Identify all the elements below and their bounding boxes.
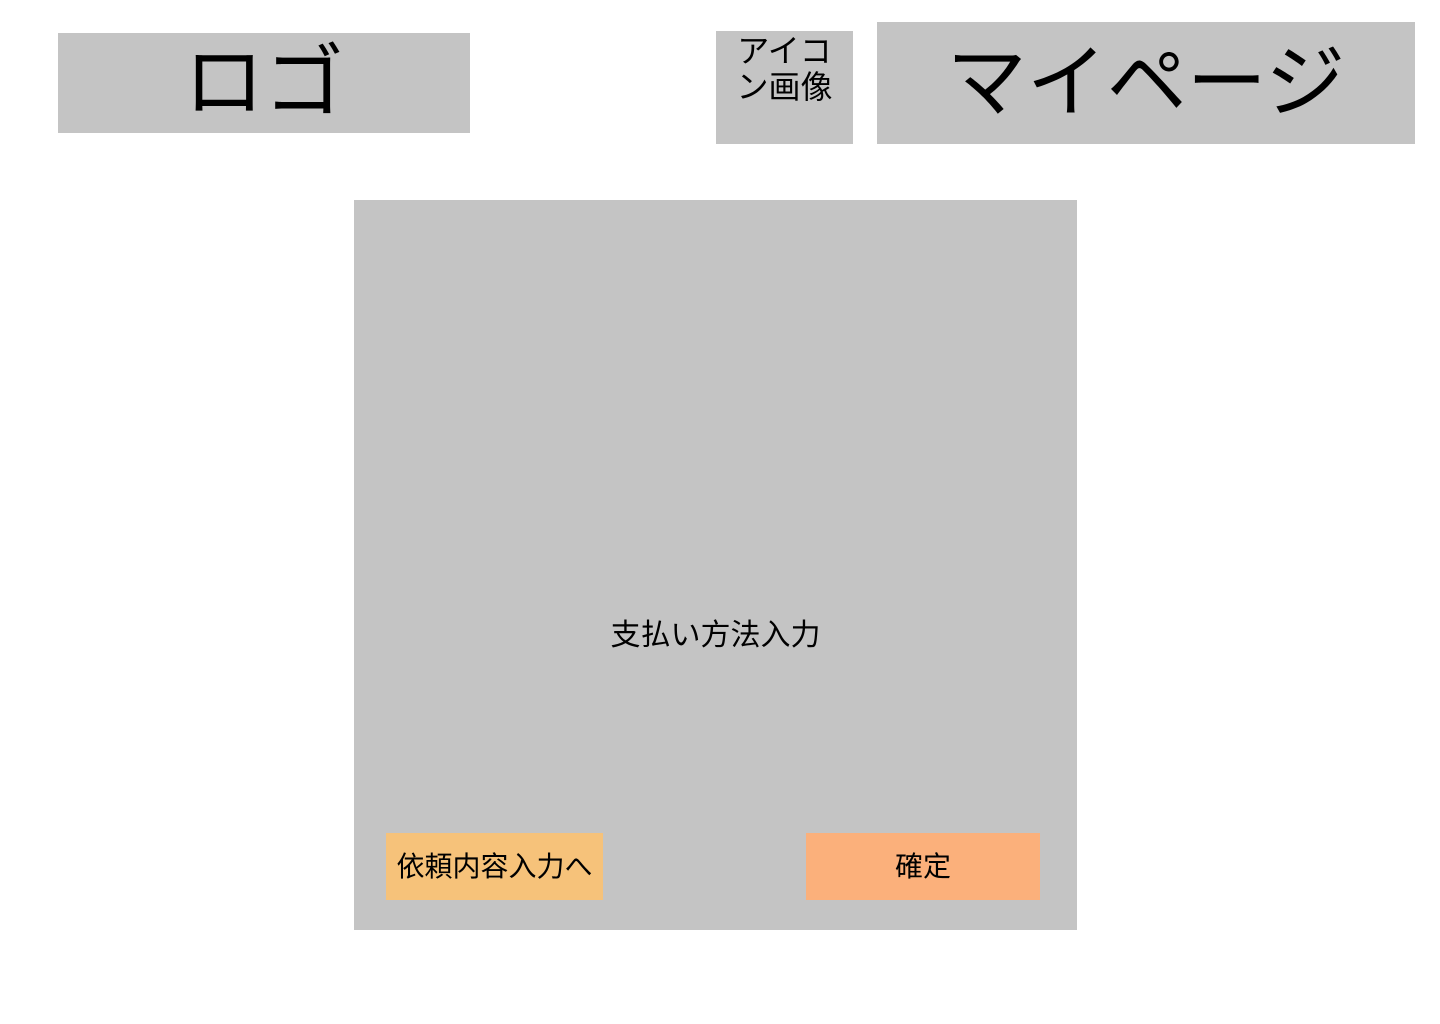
mypage-button[interactable]: マイページ <box>877 22 1415 144</box>
back-to-request-button[interactable]: 依頼内容入力へ <box>386 833 603 900</box>
back-button-label: 依頼内容入力へ <box>396 849 593 883</box>
confirm-button[interactable]: 確定 <box>806 833 1040 900</box>
avatar[interactable]: アイコン画像 <box>716 31 853 144</box>
logo-label: ロゴ <box>184 36 344 129</box>
logo[interactable]: ロゴ <box>58 33 470 133</box>
mypage-label: マイページ <box>946 36 1346 129</box>
panel-title: 支払い方法入力 <box>610 618 821 653</box>
confirm-button-label: 確定 <box>894 849 951 883</box>
avatar-label: アイコン画像 <box>736 32 833 106</box>
payment-method-panel: 支払い方法入力 依頼内容入力へ 確定 <box>354 200 1077 930</box>
